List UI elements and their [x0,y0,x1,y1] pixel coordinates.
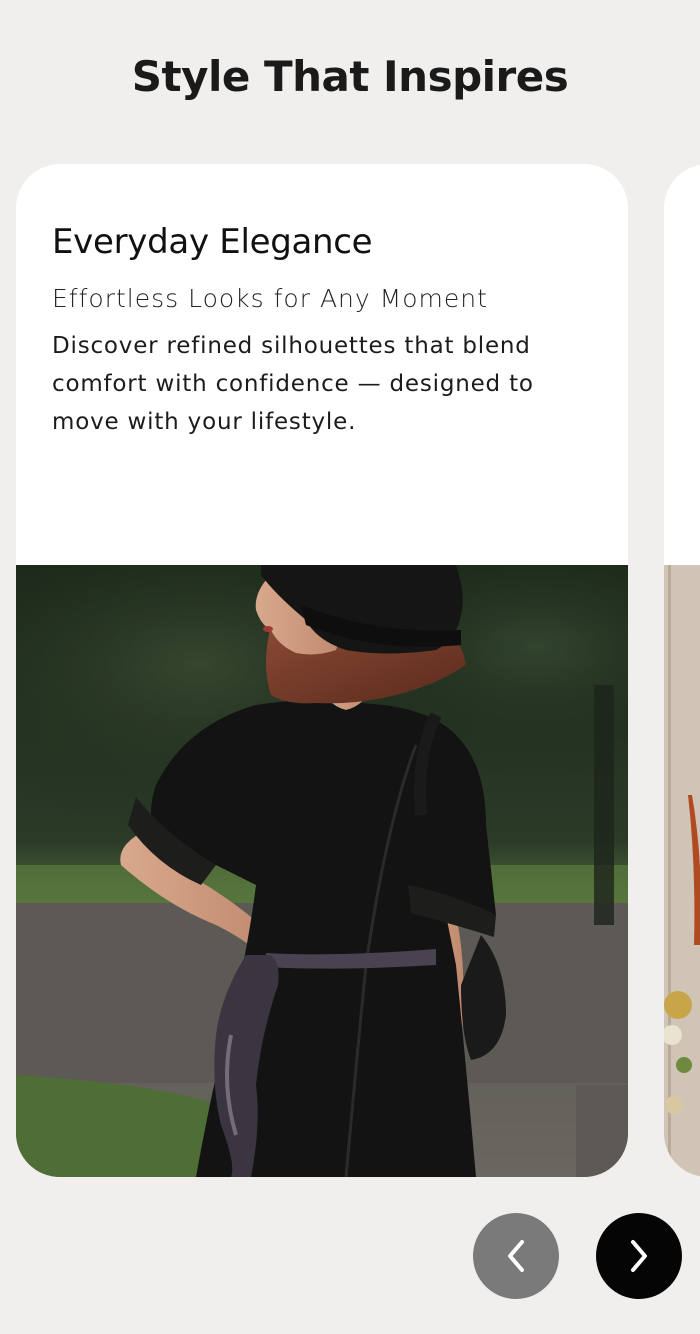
card-heading: Everyday Elegance [52,222,373,262]
chevron-right-icon [631,1240,647,1272]
carousel-card[interactable]: Everyday Elegance Effortless Looks for A… [16,164,628,1177]
carousel-track[interactable]: Everyday Elegance Effortless Looks for A… [0,164,700,1178]
page: Style That Inspires Everyday Elegance Ef… [0,0,700,1334]
section-title: Style That Inspires [131,52,569,101]
card-subheading: Effortless Looks for Any Moment [52,284,488,313]
card-description: Discover refined silhouettes that blend … [52,333,534,435]
next-card-photo [664,565,700,1177]
carousel-prev-button[interactable] [473,1213,559,1299]
chevron-left-icon [508,1240,524,1272]
card-body: Everyday Elegance Effortless Looks for A… [52,222,602,441]
card-photo [16,565,628,1177]
carousel-next-button[interactable] [596,1213,682,1299]
carousel-card-next[interactable] [664,164,700,1177]
